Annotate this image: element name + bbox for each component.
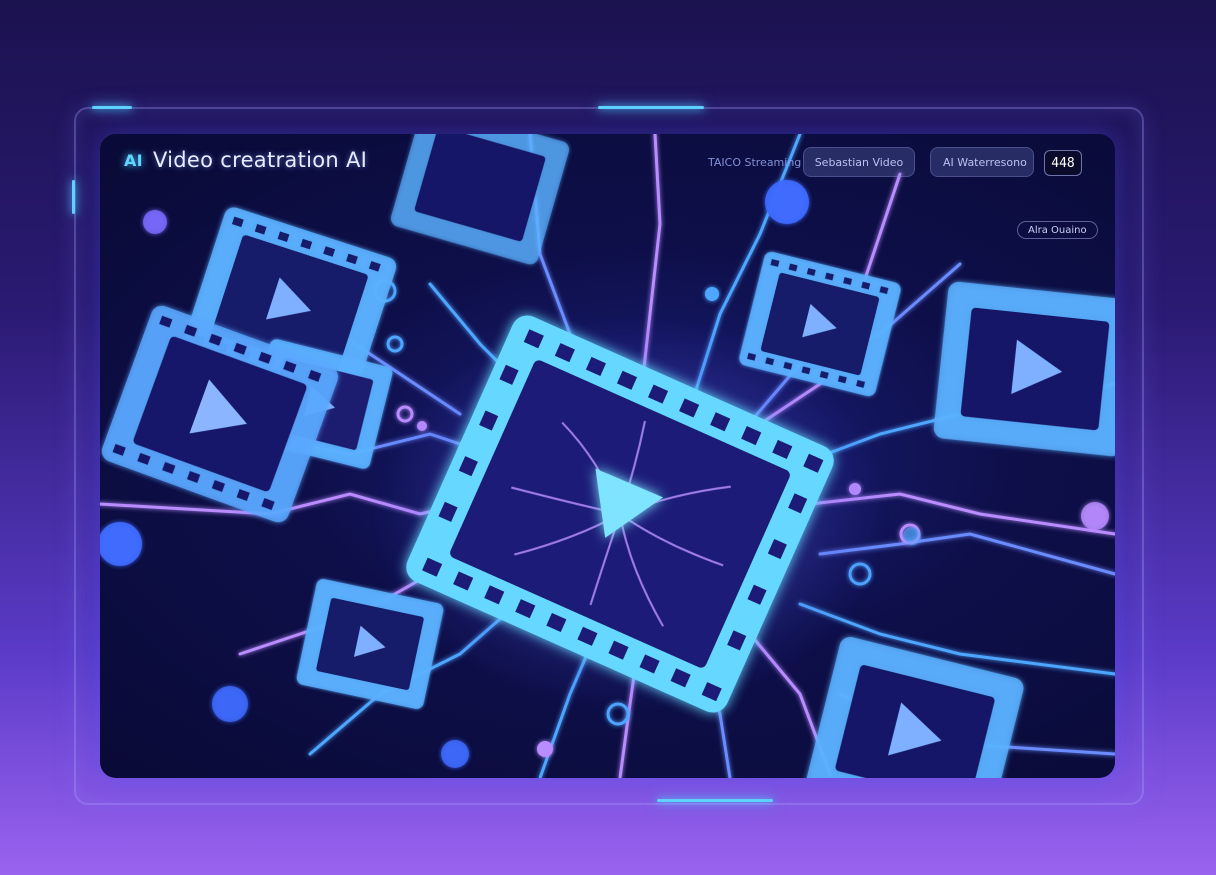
glow-accent-left [72,180,75,214]
film-frame-icon [806,636,1024,778]
nav-link[interactable]: TAICO Streaming [708,156,801,169]
brand: AI Video creatration AI [124,148,367,172]
glow-accent-bottom [657,799,773,802]
sebastian-video-button[interactable]: Sebastian Video [803,147,915,177]
hero-illustration [100,134,1115,778]
film-frame-icon [390,134,570,265]
hero-screen: AI Video creatration AI TAICO Streaming … [100,134,1115,778]
glow-accent-top-left [92,106,132,109]
count-badge[interactable]: 448 [1044,150,1082,176]
secondary-button[interactable]: Alra Ouaino [1017,221,1098,239]
app-title: Video creatration AI [152,148,368,172]
ai-waterresono-button[interactable]: AI Waterresono [930,147,1034,177]
ai-logo-icon: AI [124,150,143,170]
film-frame-icon [933,281,1115,457]
glow-accent-top-center [598,106,704,109]
